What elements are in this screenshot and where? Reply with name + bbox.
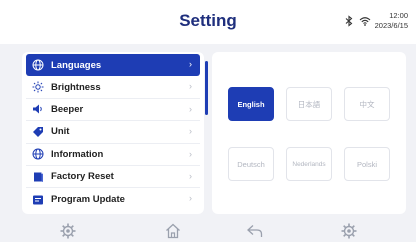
sidebar-item-unit[interactable]: Unit › [26, 121, 200, 144]
settings-icon[interactable] [340, 222, 358, 240]
language-panel: English 日本語 中文 Deutsch Nederlands Polski [212, 52, 406, 214]
bluetooth-icon [345, 15, 352, 27]
globe-icon [32, 59, 44, 71]
language-option-japanese[interactable]: 日本語 [286, 87, 332, 121]
clock-date: 2023/6/15 [374, 21, 408, 30]
chevron-right-icon: › [189, 103, 192, 114]
chevron-right-icon: › [189, 126, 192, 137]
sidebar-item-label: Unit [51, 126, 70, 138]
clock-time: 12:00 [389, 11, 408, 20]
sidebar-item-beeper[interactable]: Beeper › [26, 99, 200, 122]
sidebar-item-label: Beeper [51, 103, 84, 115]
sidebar-item-brightness[interactable]: Brightness › [26, 76, 200, 99]
sidebar-item-label: Factory Reset [51, 171, 114, 183]
language-option-dutch[interactable]: Nederlands [286, 147, 332, 181]
sidebar-item-program-update[interactable]: Program Update › [26, 188, 200, 210]
wifi-icon [359, 17, 370, 26]
book-icon [34, 172, 43, 182]
update-icon [33, 195, 43, 205]
language-option-german[interactable]: Deutsch [228, 147, 274, 181]
top-bar: Setting 12:00 2023/6/15 [0, 0, 416, 44]
settings-sidebar: Languages › Brightness › Beeper › Unit ›… [22, 52, 204, 214]
sidebar-item-label: Program Update [51, 194, 125, 206]
chevron-right-icon: › [189, 193, 192, 204]
sidebar-item-languages[interactable]: Languages › [26, 54, 200, 77]
sidebar-item-factory-reset[interactable]: Factory Reset › [26, 166, 200, 189]
language-option-polish[interactable]: Polski [344, 147, 390, 181]
chevron-right-icon: › [189, 81, 192, 92]
speaker-icon [33, 104, 42, 114]
status-area: 12:00 2023/6/15 [343, 7, 408, 35]
settings-icon[interactable] [59, 222, 77, 240]
chevron-right-icon: › [189, 59, 192, 69]
sidebar-scrollbar[interactable] [205, 61, 208, 115]
chevron-right-icon: › [189, 170, 192, 181]
bottom-nav [0, 222, 416, 242]
sidebar-item-label: Brightness [51, 81, 101, 93]
device-screen: Setting 12:00 2023/6/15 Languages › Brig… [0, 0, 416, 242]
back-icon[interactable] [246, 222, 264, 240]
sidebar-item-label: Information [51, 148, 104, 160]
tag-icon [33, 126, 43, 137]
globe-icon [32, 148, 44, 160]
sidebar-item-label: Languages [51, 59, 102, 71]
sun-icon [32, 81, 44, 93]
clock: 12:00 2023/6/15 [375, 11, 408, 31]
home-icon[interactable] [164, 222, 182, 240]
language-option-english[interactable]: English [228, 87, 274, 121]
language-option-chinese[interactable]: 中文 [344, 87, 390, 121]
sidebar-item-information[interactable]: Information › [26, 144, 200, 166]
chevron-right-icon: › [189, 148, 192, 159]
